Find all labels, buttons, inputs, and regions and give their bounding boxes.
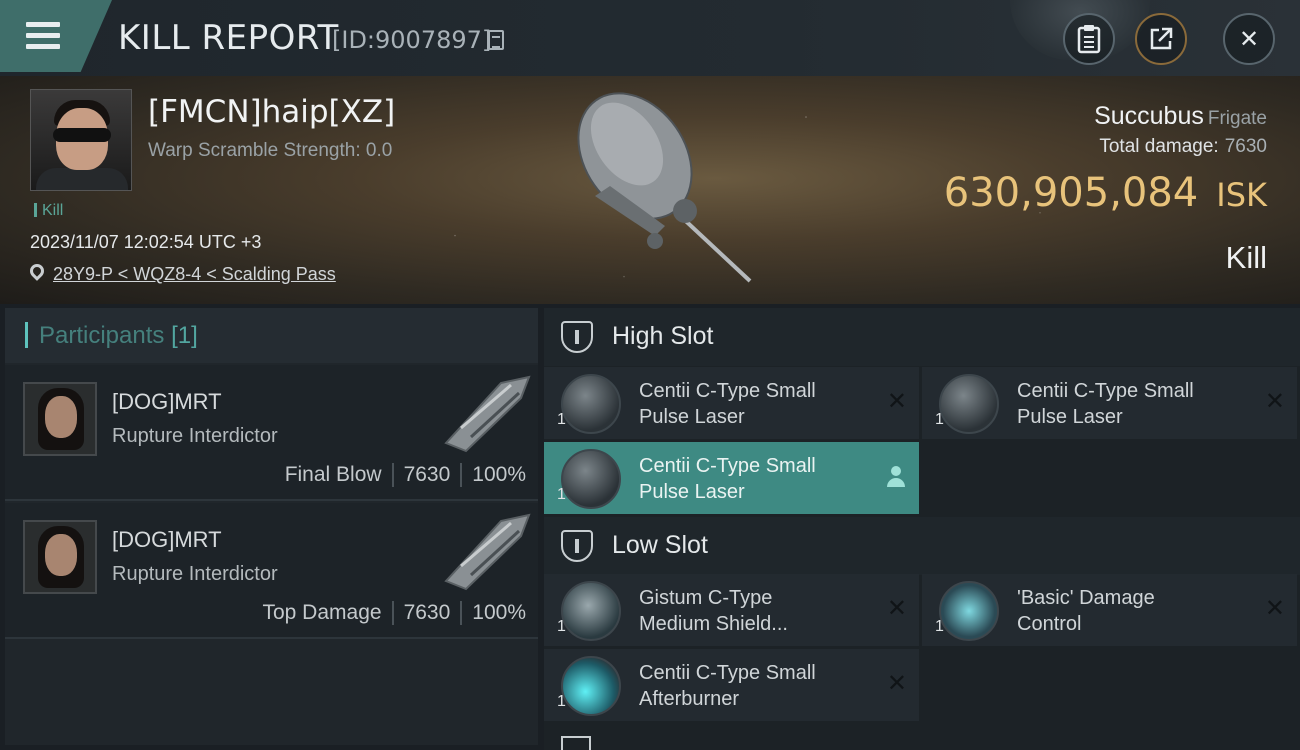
result-label: Kill bbox=[1225, 240, 1267, 275]
pulse-laser-icon bbox=[561, 374, 621, 434]
module-quantity: 1 bbox=[935, 411, 944, 428]
location-link[interactable]: 28Y9-P < WQZ8-4 < Scalding Pass bbox=[53, 264, 336, 285]
isk-value: 630,905,084 ISK bbox=[943, 170, 1267, 216]
participant-damage: 7630 bbox=[394, 601, 463, 625]
module-item[interactable]: 1 Centii C-Type Small Pulse Laser ✕ bbox=[544, 367, 919, 439]
high-slot-header: High Slot bbox=[544, 308, 1300, 366]
participant-stats: Final Blow 7630 100% bbox=[275, 463, 526, 487]
destroyed-icon: ✕ bbox=[1264, 388, 1285, 415]
participants-count: [1] bbox=[171, 322, 198, 349]
victim-panel: [FMCN]haip[XZ] Warp Scramble Strength: 0… bbox=[0, 76, 1300, 304]
close-icon: ✕ bbox=[1238, 25, 1260, 53]
victim-avatar[interactable] bbox=[30, 89, 132, 191]
high-slot-title: High Slot bbox=[612, 322, 714, 350]
close-button[interactable]: ✕ bbox=[1223, 13, 1275, 65]
participant-row[interactable]: [DOG]MRT Rupture Interdictor Final Blow … bbox=[5, 365, 538, 501]
isk-unit: ISK bbox=[1216, 176, 1267, 214]
participants-title: Participants [1] bbox=[39, 322, 198, 349]
participant-name[interactable]: [DOG]MRT bbox=[112, 527, 222, 553]
page-title: KILL REPORT bbox=[118, 18, 339, 58]
total-damage: Total damage: 7630 bbox=[1099, 136, 1267, 157]
module-name: Gistum C-Type Medium Shield... bbox=[639, 587, 788, 635]
destroyed-icon: ✕ bbox=[1264, 595, 1285, 622]
module-name: Centii C-Type Small Afterburner bbox=[639, 662, 816, 710]
module-item[interactable]: 1 'Basic' Damage Control ✕ bbox=[922, 574, 1297, 646]
fitting-panel: High Slot 1 Centii C-Type Small Pulse Las… bbox=[544, 308, 1300, 750]
avatar[interactable] bbox=[23, 520, 97, 594]
avatar[interactable] bbox=[23, 382, 97, 456]
menu-icon[interactable] bbox=[26, 22, 60, 50]
module-name: Centii C-Type Small Pulse Laser bbox=[639, 380, 816, 428]
participant-ship-image bbox=[444, 513, 531, 591]
destroyed-icon: ✕ bbox=[886, 595, 907, 622]
module-item[interactable]: 1 Centii C-Type Small Pulse Laser ✕ bbox=[922, 367, 1297, 439]
ship-class: Frigate bbox=[1207, 108, 1267, 129]
total-damage-value: 7630 bbox=[1224, 136, 1267, 157]
participants-panel: Participants [1] [DOG]MRT Rupture Interd… bbox=[5, 308, 538, 745]
participant-tag: Top Damage bbox=[252, 601, 394, 625]
low-slot-header: Low Slot bbox=[544, 517, 1300, 575]
top-bar: KILL REPORT [ID:9007897] ✕ bbox=[0, 0, 1300, 76]
low-slot-title: Low Slot bbox=[612, 531, 708, 559]
kill-tag: Kill bbox=[34, 202, 63, 220]
share-icon bbox=[1150, 27, 1173, 50]
participants-header: Participants [1] bbox=[5, 308, 538, 363]
participant-ship-image bbox=[444, 375, 531, 453]
low-slot-icon bbox=[561, 530, 593, 562]
participant-ship: Rupture Interdictor bbox=[112, 563, 278, 585]
module-quantity: 1 bbox=[557, 411, 566, 428]
shield-icon bbox=[561, 581, 621, 641]
person-icon bbox=[887, 466, 905, 488]
damage-control-icon bbox=[939, 581, 999, 641]
participant-row[interactable]: [DOG]MRT Rupture Interdictor Top Damage … bbox=[5, 503, 538, 639]
participant-damage: 7630 bbox=[394, 463, 463, 487]
participant-ship: Rupture Interdictor bbox=[112, 425, 278, 447]
next-slot-icon bbox=[561, 736, 591, 750]
kill-datetime: 2023/11/07 12:02:54 UTC +3 bbox=[30, 232, 262, 252]
report-id: [ID:9007897] bbox=[332, 26, 492, 54]
destroyed-icon: ✕ bbox=[886, 670, 907, 697]
clipboard-icon bbox=[1077, 25, 1101, 54]
module-name: 'Basic' Damage Control bbox=[1017, 587, 1155, 635]
participant-stats: Top Damage 7630 100% bbox=[252, 601, 526, 625]
destroyed-icon: ✕ bbox=[886, 388, 907, 415]
module-item-selected[interactable]: 1 Centii C-Type Small Pulse Laser bbox=[544, 442, 919, 514]
participant-tag: Final Blow bbox=[275, 463, 394, 487]
victim-ship-image bbox=[577, 92, 752, 283]
module-quantity: 1 bbox=[557, 486, 566, 503]
warp-scramble-strength: Warp Scramble Strength: 0.0 bbox=[148, 140, 393, 161]
module-item[interactable]: 1 Gistum C-Type Medium Shield... ✕ bbox=[544, 574, 919, 646]
module-quantity: 1 bbox=[557, 618, 566, 635]
clipboard-button[interactable] bbox=[1063, 13, 1115, 65]
copy-icon[interactable] bbox=[488, 30, 504, 50]
pulse-laser-icon bbox=[939, 374, 999, 434]
module-name: Centii C-Type Small Pulse Laser bbox=[1017, 380, 1194, 428]
module-item[interactable]: 1 Centii C-Type Small Afterburner ✕ bbox=[544, 649, 919, 721]
pulse-laser-icon bbox=[561, 449, 621, 509]
high-slot-icon bbox=[561, 321, 593, 353]
module-quantity: 1 bbox=[557, 693, 566, 710]
participant-percent: 100% bbox=[472, 601, 526, 624]
module-quantity: 1 bbox=[935, 618, 944, 635]
participant-percent: 100% bbox=[472, 463, 526, 486]
participant-name[interactable]: [DOG]MRT bbox=[112, 389, 222, 415]
victim-name[interactable]: [FMCN]haip[XZ] bbox=[148, 94, 395, 130]
module-name: Centii C-Type Small Pulse Laser bbox=[639, 455, 816, 503]
share-button[interactable] bbox=[1135, 13, 1187, 65]
afterburner-icon bbox=[561, 656, 621, 716]
victim-ship-name: Succubus Frigate bbox=[1094, 102, 1267, 130]
